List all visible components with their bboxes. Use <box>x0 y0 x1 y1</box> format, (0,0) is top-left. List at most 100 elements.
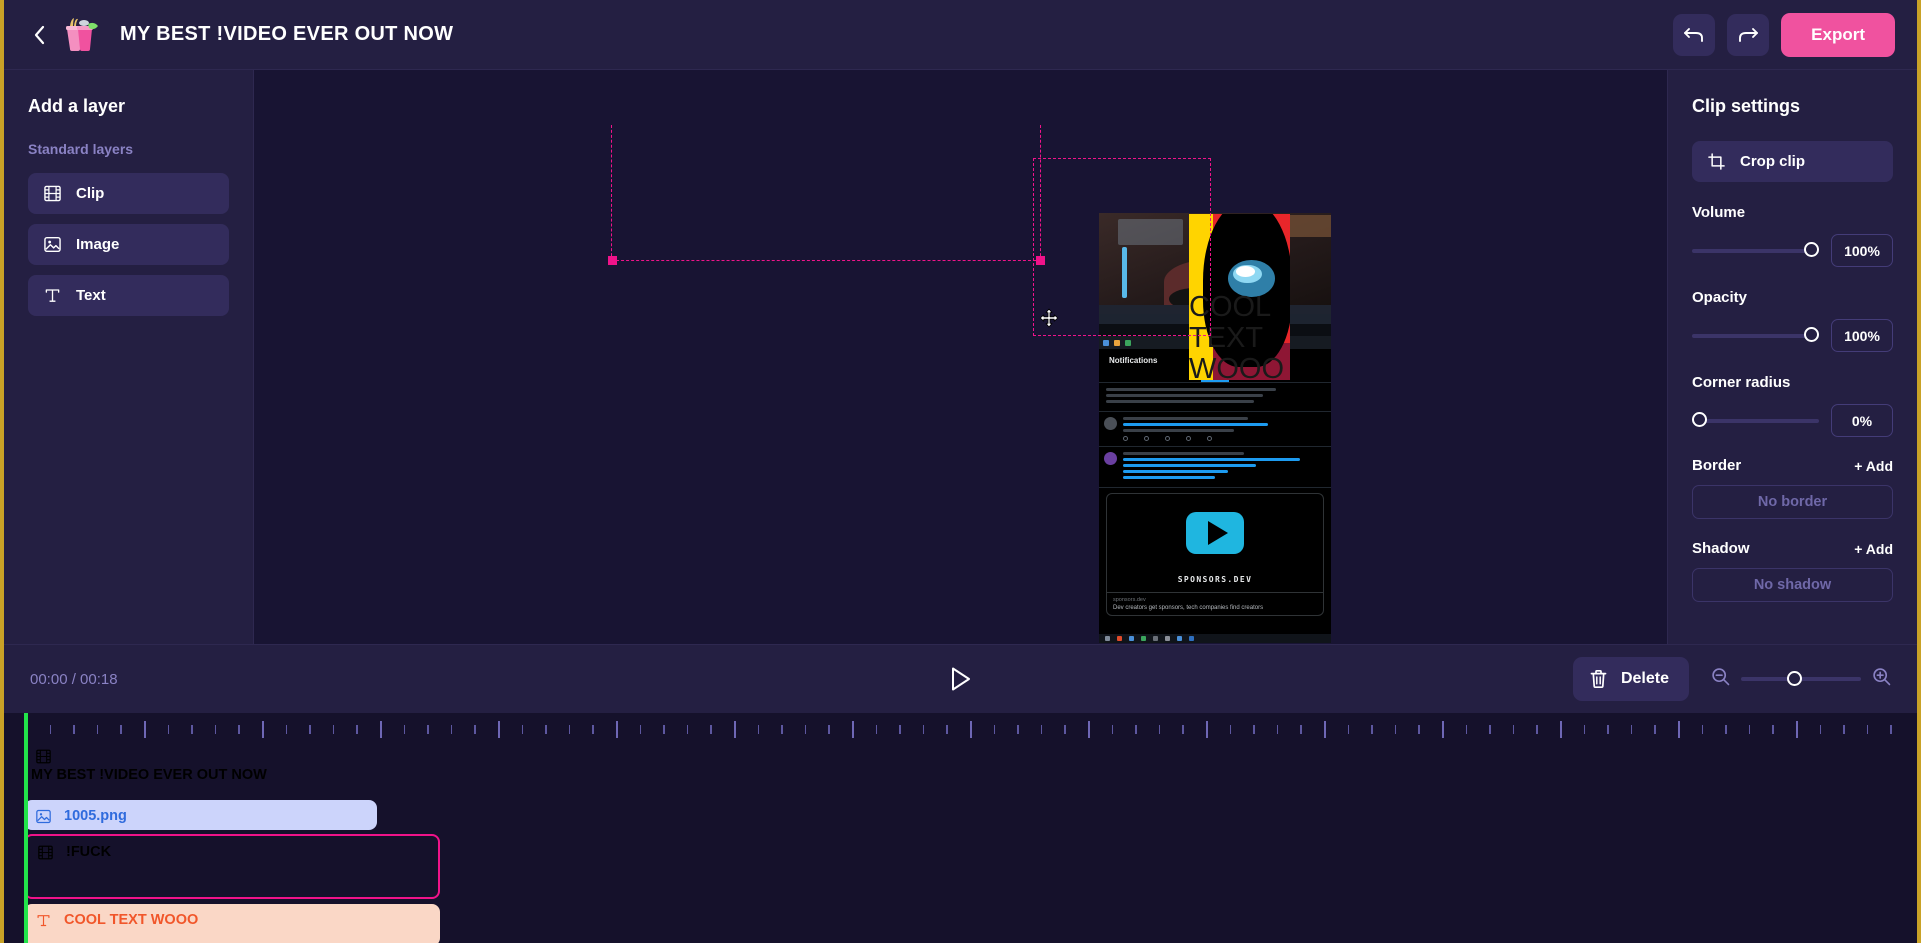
page-title: MY BEST !VIDEO EVER OUT NOW <box>120 23 454 45</box>
ruler-tick <box>73 725 75 734</box>
card-description: Dev creators get sponsors, tech companie… <box>1113 605 1264 611</box>
ruler-tick <box>616 721 618 738</box>
opacity-slider-knob[interactable] <box>1804 327 1819 342</box>
timeline-zoom-control[interactable] <box>1711 667 1891 691</box>
delete-button-label: Delete <box>1620 670 1669 687</box>
ruler-tick <box>96 725 99 734</box>
ruler-tick <box>1748 725 1751 734</box>
add-border-button[interactable]: + Add <box>1854 458 1893 474</box>
ruler-tick <box>1512 725 1515 734</box>
ruler-tick <box>474 725 476 734</box>
play-button[interactable] <box>939 657 983 701</box>
ruler-tick <box>1324 721 1326 738</box>
ruler-tick <box>875 725 878 734</box>
corner-radius-slider-knob[interactable] <box>1692 412 1707 427</box>
timeline-panel[interactable]: MY BEST !VIDEO EVER OUT NOW 1005.png !FUCK… <box>4 713 1917 943</box>
shadow-empty-state: No shadow <box>1692 568 1893 602</box>
stage-image-layer[interactable] <box>1189 214 1290 380</box>
delete-button[interactable]: Delete <box>1572 657 1689 701</box>
ruler-tick <box>1536 725 1538 734</box>
add-text-layer-button[interactable]: Text <box>28 275 229 316</box>
film-icon <box>38 845 53 860</box>
volume-slider-track[interactable] <box>1692 242 1819 257</box>
corner-radius-value-input[interactable]: 0% <box>1831 404 1893 437</box>
ruler-tick <box>922 725 925 734</box>
ruler-tick <box>120 725 122 734</box>
corner-radius-control[interactable]: 0% <box>1692 404 1893 437</box>
timeline-tracks[interactable]: MY BEST !VIDEO EVER OUT NOW 1005.png !FUCK… <box>4 741 1917 943</box>
undo-arrow-icon <box>1684 27 1704 42</box>
opacity-value-input[interactable]: 100% <box>1831 319 1893 352</box>
ruler-tick <box>356 725 358 734</box>
zoom-in-icon[interactable] <box>1872 667 1891 691</box>
corner-radius-slider-track[interactable] <box>1692 412 1819 427</box>
ruler-tick <box>332 725 335 734</box>
clip-settings-title: Clip settings <box>1692 96 1801 116</box>
crop-icon <box>1708 153 1725 170</box>
add-image-layer-button[interactable]: Image <box>28 224 229 265</box>
selection-handle-center[interactable] <box>1036 256 1045 265</box>
ruler-tick <box>1725 725 1727 734</box>
timeline-track-clip[interactable]: !FUCK <box>24 834 440 899</box>
os-taskbar <box>1099 634 1331 643</box>
ruler-tick <box>1111 725 1114 734</box>
volume-control[interactable]: 100% <box>1692 234 1893 267</box>
volume-slider-knob[interactable] <box>1804 242 1819 257</box>
ruler-tick <box>1088 721 1090 738</box>
ruler-tick <box>191 725 193 734</box>
ruler-tick <box>710 725 712 734</box>
zoom-out-icon[interactable] <box>1711 667 1730 691</box>
ruler-tick <box>568 725 571 734</box>
timeline-playhead[interactable] <box>24 713 28 943</box>
ruler-tick <box>734 721 736 738</box>
chevron-left-icon <box>34 25 44 44</box>
timeline-track-label: COOL TEXT WOOO <box>64 912 199 928</box>
ruler-tick <box>49 725 52 734</box>
add-shadow-button[interactable]: + Add <box>1854 541 1893 557</box>
guide-line-horizontal <box>611 260 1041 261</box>
timeline-track-label: !FUCK <box>66 844 112 860</box>
header-actions: Export <box>1673 12 1895 57</box>
move-cursor-icon <box>1039 308 1059 333</box>
preview-canvas[interactable]: Notifications All <box>254 70 1667 644</box>
zoom-slider-track[interactable] <box>1741 671 1861 686</box>
notification-item-1 <box>1099 412 1331 447</box>
ruler-tick <box>1135 725 1137 734</box>
ruler-tick <box>1394 725 1397 734</box>
ruler-tick <box>1276 725 1279 734</box>
ruler-tick <box>592 725 594 734</box>
opacity-slider-track[interactable] <box>1692 327 1819 342</box>
zoom-slider-knob[interactable] <box>1787 671 1802 686</box>
timeline-track-clip[interactable]: MY BEST !VIDEO EVER OUT NOW <box>24 741 377 796</box>
timeline-track-text[interactable]: COOL TEXT WOOO <box>24 904 440 943</box>
ruler-tick <box>1206 721 1208 738</box>
ruler-tick <box>1040 725 1043 734</box>
ruler-tick <box>1560 721 1562 738</box>
ruler-tick <box>828 725 830 734</box>
add-clip-layer-button[interactable]: Clip <box>28 173 229 214</box>
redo-button[interactable] <box>1727 13 1770 56</box>
opacity-control[interactable]: 100% <box>1692 319 1893 352</box>
undo-button[interactable] <box>1673 13 1716 56</box>
volume-value-input[interactable]: 100% <box>1831 234 1893 267</box>
sponsors-link-card: SPONSORS.DEV sponsors.dev Dev creators g… <box>1106 493 1324 616</box>
ruler-tick <box>993 725 996 734</box>
ruler-tick <box>1442 721 1444 738</box>
redo-arrow-icon <box>1739 27 1759 42</box>
ruler-tick <box>214 725 217 734</box>
ruler-tick <box>1418 725 1420 734</box>
ruler-tick <box>1300 725 1302 734</box>
ruler-tick <box>380 721 382 738</box>
back-button[interactable] <box>26 15 52 55</box>
sidebar-title: Add a layer <box>28 96 126 116</box>
timeline-track-image[interactable]: 1005.png <box>24 800 377 830</box>
ruler-tick <box>781 725 783 734</box>
opacity-label: Opacity <box>1692 289 1748 306</box>
crop-clip-button[interactable]: Crop clip <box>1692 141 1893 182</box>
ruler-tick <box>1772 725 1774 734</box>
timeline-ruler[interactable] <box>4 713 1917 741</box>
film-icon <box>36 749 365 764</box>
export-button[interactable]: Export <box>1781 12 1895 57</box>
ruler-tick <box>1796 721 1798 738</box>
selection-handle-left[interactable] <box>608 256 617 265</box>
